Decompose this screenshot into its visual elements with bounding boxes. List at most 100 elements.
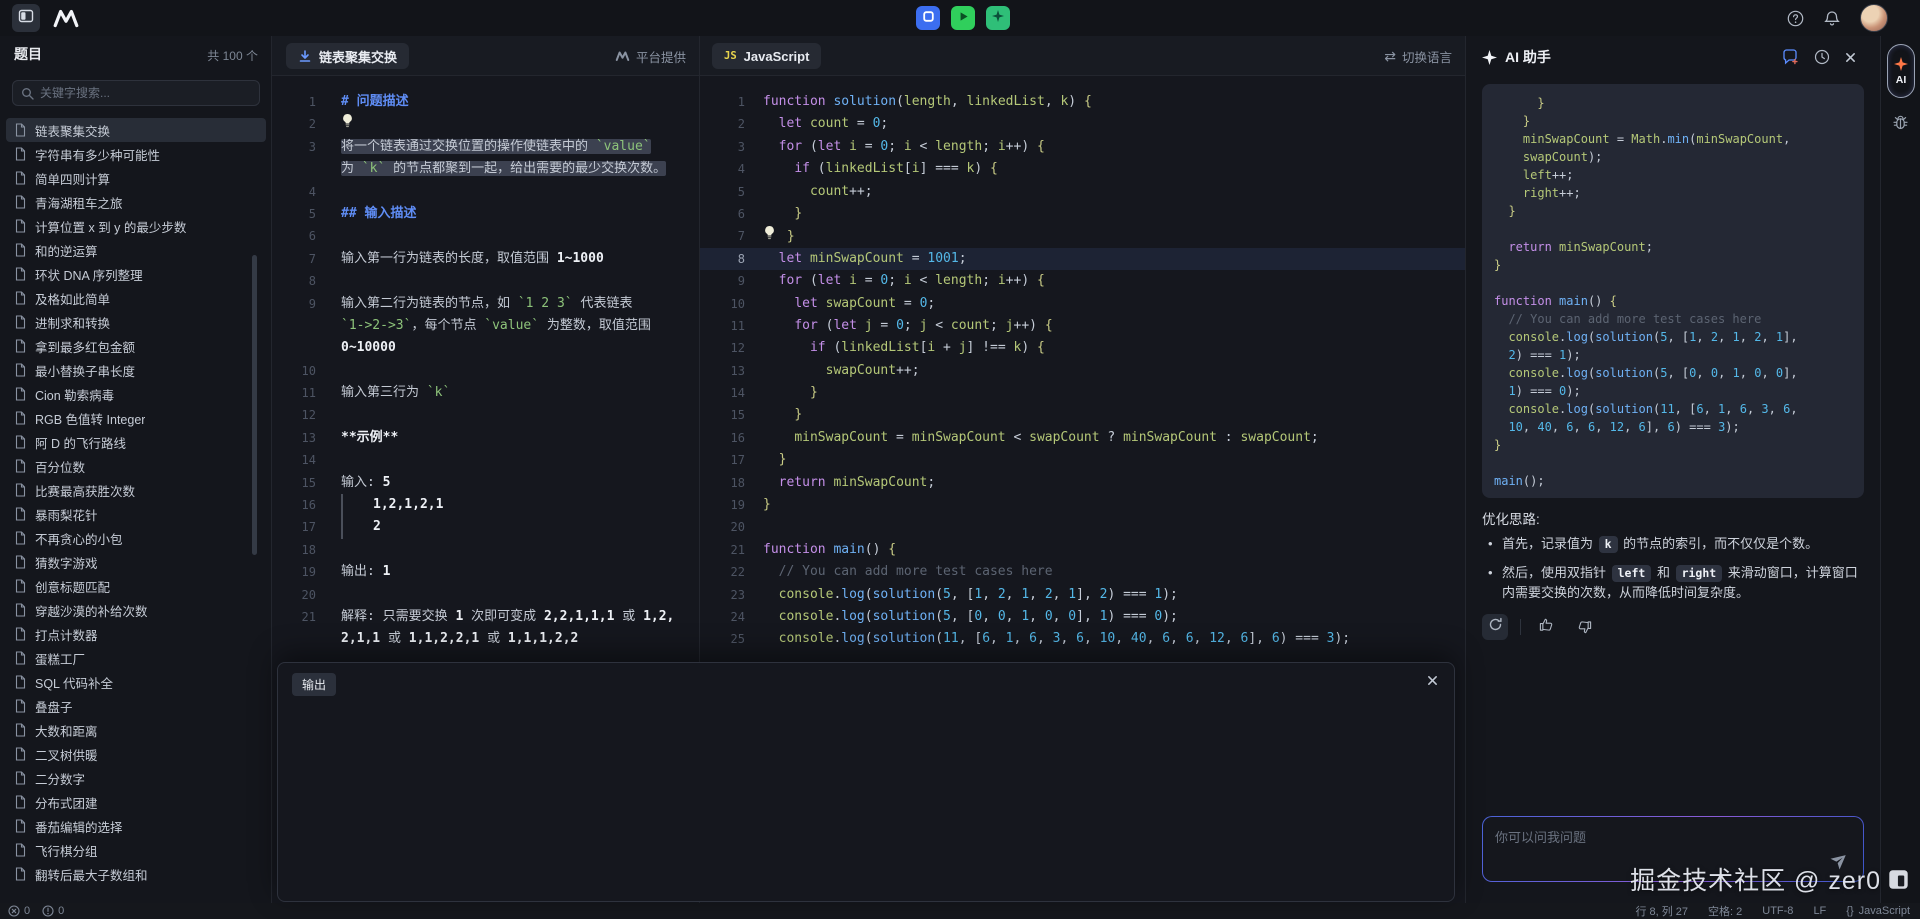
sidebar-problem-item[interactable]: 分布式团建 [6, 790, 266, 814]
help-icon[interactable] [1787, 10, 1804, 27]
thumbs-up-button[interactable] [1533, 614, 1559, 640]
problem-title: SQL 代码补全 [35, 673, 113, 692]
sidebar-problem-item[interactable]: 和的逆运算 [6, 238, 266, 262]
indentation-setting[interactable]: 空格: 2 [1708, 903, 1742, 919]
sidebar-problem-item[interactable]: Cion 勒索病毒 [6, 382, 266, 406]
editor-panel-header: JS JavaScript ⇄ 切换语言 [700, 36, 1466, 76]
sidebar-scrollbar[interactable] [252, 255, 257, 555]
code-line: 3将一个链表通过交换位置的操作使链表中的 `value` [272, 136, 700, 158]
language-tab[interactable]: JS JavaScript [712, 43, 821, 69]
sidebar-problem-item[interactable]: 飞行棋分组 [6, 838, 266, 862]
history-icon[interactable] [1814, 49, 1830, 65]
sidebar-problem-item[interactable]: 字符串有多少种可能性 [6, 142, 266, 166]
sidebar-problem-item[interactable]: 进制求和转换 [6, 310, 266, 334]
regenerate-button[interactable] [1482, 614, 1508, 640]
inline-code-chip: k [1599, 536, 1618, 553]
code-line: 13 swapCount++; [700, 360, 1466, 382]
sidebar-problem-item[interactable]: 二叉树供暖 [6, 742, 266, 766]
sidebar-problem-item[interactable]: 计算位置 x 到 y 的最少步数 [6, 214, 266, 238]
sidebar-problem-item[interactable]: 最小替换子串长度 [6, 358, 266, 382]
sidebar-problem-item[interactable]: 大数和距离 [6, 718, 266, 742]
thumbs-down-button[interactable] [1571, 614, 1597, 640]
platform-provided-label: 平台提供 [615, 36, 686, 76]
problem-title: 及格如此简单 [35, 289, 110, 308]
switch-language-button[interactable]: ⇄ 切换语言 [1384, 36, 1452, 76]
sidebar-problem-item[interactable]: SQL 代码补全 [6, 670, 266, 694]
notifications-icon[interactable] [1824, 10, 1840, 27]
ai-assistant-rail-button[interactable]: AI [1887, 44, 1915, 98]
eol-setting[interactable]: LF [1813, 905, 1826, 917]
problem-title: 翻转后最大子数组和 [35, 865, 148, 884]
warnings-icon[interactable] [42, 905, 54, 917]
problem-title: 拿到最多红包金额 [35, 337, 135, 356]
encoding-setting[interactable]: UTF-8 [1762, 905, 1793, 917]
play-icon [958, 9, 969, 27]
close-output-icon[interactable] [1427, 673, 1438, 691]
line-number: 12 [272, 404, 316, 426]
sidebar-toggle-button[interactable] [12, 4, 40, 32]
sidebar-problem-item[interactable]: 番茄编辑的选择 [6, 814, 266, 838]
code-line: right++; [1494, 184, 1852, 202]
run-button[interactable] [951, 6, 975, 30]
sidebar-problem-item[interactable]: 打点计数器 [6, 622, 266, 646]
sidebar-problem-item[interactable]: 创意标题匹配 [6, 574, 266, 598]
sidebar-problem-item[interactable]: 穿越沙漠的补给次数 [6, 598, 266, 622]
code-line: 9输入第二行为链表的节点，如 `1 2 3` 代表链表 [272, 293, 700, 315]
sidebar-problem-item[interactable]: 青海湖租车之旅 [6, 190, 266, 214]
sidebar-problem-item[interactable]: 简单四则计算 [6, 166, 266, 190]
sidebar-problem-item[interactable]: 及格如此简单 [6, 286, 266, 310]
sidebar-problem-item[interactable]: 暴雨梨花针 [6, 502, 266, 526]
document-icon [14, 531, 27, 545]
debug-button[interactable] [916, 6, 940, 30]
document-icon [14, 435, 27, 449]
sidebar-problem-item[interactable]: 环状 DNA 序列整理 [6, 262, 266, 286]
code-line: 1function solution(length, linkedList, k… [700, 91, 1466, 113]
line-number: 9 [700, 270, 745, 292]
problem-tab[interactable]: 链表聚集交换 [286, 43, 409, 69]
errors-icon[interactable] [8, 905, 20, 917]
sidebar-problem-item[interactable]: 翻转后最大子数组和 [6, 862, 266, 886]
problem-title: 字符串有多少种可能性 [35, 145, 160, 164]
sidebar-problem-item[interactable]: RGB 色值转 Integer [6, 406, 266, 430]
sidebar-problem-item[interactable]: 链表聚集交换 [6, 118, 266, 142]
square-icon [923, 9, 934, 27]
lightbulb-icon[interactable] [341, 113, 357, 136]
problem-title: RGB 色值转 Integer [35, 409, 145, 428]
lightbulb-icon[interactable] [763, 225, 779, 248]
sidebar-problem-item[interactable]: 二分数字 [6, 766, 266, 790]
code-line: 10, 40, 6, 6, 12, 6], 6) === 3); [1494, 418, 1852, 436]
code-line: 8 [272, 270, 700, 292]
code-line [1494, 454, 1852, 472]
search-box[interactable] [12, 80, 260, 106]
submit-button[interactable] [986, 6, 1010, 30]
sidebar-problem-item[interactable]: 叠盘子 [6, 694, 266, 718]
line-number: 17 [700, 449, 745, 471]
sidebar-problem-item[interactable]: 猜数字游戏 [6, 550, 266, 574]
language-mode[interactable]: {} JavaScript [1846, 905, 1910, 917]
document-icon [14, 387, 27, 401]
sidebar-problem-item[interactable]: 比赛最高获胜次数 [6, 478, 266, 502]
sidebar-problem-item[interactable]: 不再贪心的小包 [6, 526, 266, 550]
line-number: 14 [700, 382, 745, 404]
sidebar-problem-item[interactable]: 阿 D 的飞行路线 [6, 430, 266, 454]
sidebar-problem-item[interactable]: 百分位数 [6, 454, 266, 478]
sidebar-problem-item[interactable]: 蛋糕工厂 [6, 646, 266, 670]
document-icon [14, 339, 27, 353]
close-ai-panel-icon[interactable] [1845, 52, 1856, 63]
new-chat-icon[interactable] [1782, 49, 1799, 65]
problem-title: 飞行棋分组 [35, 841, 98, 860]
bug-report-button[interactable] [1891, 114, 1910, 138]
cursor-position[interactable]: 行 8, 列 27 [1635, 903, 1688, 919]
language-tab-label: JavaScript [744, 49, 810, 64]
problem-title: 分布式团建 [35, 793, 98, 812]
code-line: 20 [272, 584, 700, 606]
search-input[interactable] [40, 86, 251, 100]
document-icon [14, 699, 27, 713]
code-line: return minSwapCount; [1494, 238, 1852, 256]
code-line: 22 // You can add more test cases here [700, 561, 1466, 583]
ai-chat-input[interactable] [1483, 817, 1863, 881]
user-avatar[interactable] [1860, 4, 1888, 32]
line-number: 1 [700, 91, 745, 113]
sidebar-problem-item[interactable]: 拿到最多红包金额 [6, 334, 266, 358]
document-icon [14, 819, 27, 833]
